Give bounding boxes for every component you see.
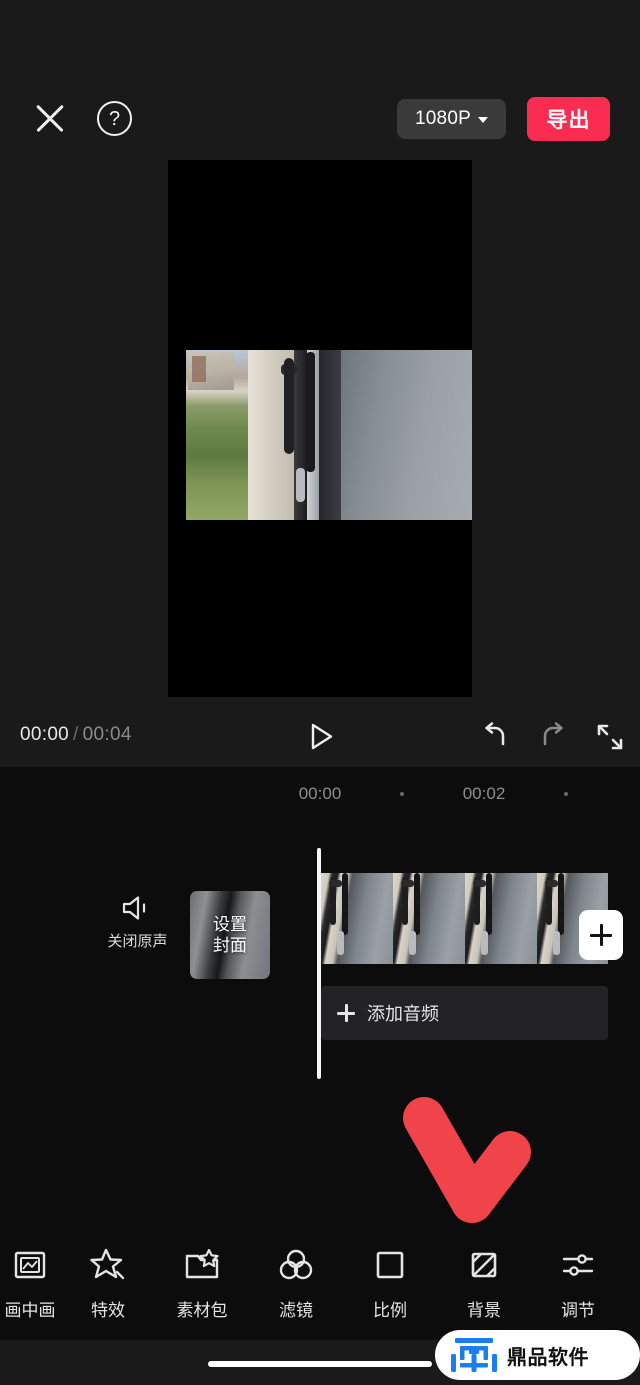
fullscreen-arrows bbox=[597, 724, 623, 750]
preview-area bbox=[0, 152, 640, 705]
set-cover-label: 设置 封面 bbox=[190, 891, 270, 979]
export-button-label: 导出 bbox=[546, 109, 591, 132]
add-audio-label: 添加音频 bbox=[367, 1004, 439, 1024]
toolbar-item-label: 比例 bbox=[373, 1301, 407, 1320]
toolbar-item-1[interactable]: 特效 bbox=[64, 1245, 152, 1321]
toolbar-item-5[interactable]: 背景 bbox=[440, 1245, 528, 1321]
plus-icon bbox=[337, 1004, 355, 1022]
fullscreen-icon[interactable] bbox=[592, 719, 628, 755]
clip-thumbnail[interactable] bbox=[393, 873, 465, 964]
play-icon[interactable] bbox=[305, 721, 337, 753]
clip-thumbnail[interactable] bbox=[321, 873, 393, 964]
adjust-sliders-icon bbox=[558, 1245, 598, 1285]
help-icon[interactable]: ? bbox=[97, 101, 132, 136]
add-clip-button[interactable] bbox=[579, 910, 623, 960]
chevron-down-icon bbox=[477, 117, 488, 123]
top-bar: ? 1080P 导出 bbox=[0, 0, 640, 152]
set-cover-button[interactable]: 设置 封面 bbox=[190, 891, 270, 979]
ruler-label: 00:00 bbox=[298, 784, 342, 803]
play-triangle bbox=[311, 723, 333, 750]
video-frame-image bbox=[186, 350, 472, 520]
current-time: 00:00 bbox=[20, 724, 70, 745]
toolbar-item-label: 背景 bbox=[467, 1301, 501, 1320]
video-clip-track[interactable] bbox=[321, 873, 608, 964]
timeline-ruler: 00:00 00:02 bbox=[0, 779, 640, 815]
set-cover-line1: 设置 bbox=[213, 914, 247, 934]
toolbar-item-4[interactable]: 比例 bbox=[346, 1245, 434, 1321]
total-time: 00:04 bbox=[82, 724, 132, 745]
frame-wall bbox=[341, 350, 472, 520]
video-editor-app: ? 1080P 导出 00:00 / 00:04 00:00 00:02 关闭原… bbox=[0, 0, 640, 1385]
speaker-glyph bbox=[122, 896, 145, 920]
redo-arrow bbox=[543, 722, 563, 746]
playback-bar: 00:00/00:04 bbox=[0, 705, 640, 767]
timeline-panel[interactable]: 00:00 00:02 关闭原声 添加音频 bbox=[0, 767, 640, 1237]
frame-building-detail bbox=[192, 356, 206, 382]
timeline-playhead[interactable] bbox=[317, 848, 321, 1079]
mute-original-audio-button[interactable]: 关闭原声 bbox=[95, 895, 180, 951]
add-audio-track[interactable]: 添加音频 bbox=[321, 986, 608, 1040]
mute-label: 关闭原声 bbox=[107, 933, 168, 950]
frame-door-handle-1 bbox=[284, 358, 294, 454]
ruler-label: 00:02 bbox=[462, 784, 506, 803]
export-button[interactable]: 导出 bbox=[527, 97, 610, 141]
sparkle-star-icon bbox=[88, 1245, 128, 1285]
toolbar-item-6[interactable]: 调节 bbox=[534, 1245, 622, 1321]
ruler-tick-dot bbox=[400, 792, 404, 796]
material-pack-icon bbox=[182, 1245, 222, 1285]
undo-arrow bbox=[485, 722, 505, 746]
toolbar-item-2[interactable]: 素材包 bbox=[158, 1245, 246, 1321]
video-canvas[interactable] bbox=[168, 160, 472, 697]
help-glyph: ? bbox=[108, 107, 121, 130]
frame-door-handle-2 bbox=[306, 352, 315, 472]
watermark-text: 鼎品软件 bbox=[507, 1346, 589, 1369]
export-quality-label: 1080P bbox=[415, 108, 471, 129]
toolbar-item-label: 画中画 bbox=[4, 1301, 56, 1320]
clip-thumbnail[interactable] bbox=[465, 873, 537, 964]
redo-icon[interactable] bbox=[535, 719, 571, 755]
home-indicator bbox=[208, 1361, 432, 1367]
toolbar-item-0[interactable]: 画中画 bbox=[0, 1245, 74, 1321]
aspect-ratio-square-icon bbox=[370, 1245, 410, 1285]
speaker-mute-icon bbox=[121, 895, 155, 921]
bottom-toolbar: 画中画 特效 素材包 滤镜 比例 背景 调节 bbox=[0, 1237, 640, 1340]
watermark-badge: 鼎品软件 bbox=[435, 1330, 640, 1380]
frame-door-latch bbox=[296, 468, 305, 502]
close-icon[interactable] bbox=[30, 98, 70, 138]
export-quality-selector[interactable]: 1080P bbox=[397, 99, 506, 139]
filter-circles-icon bbox=[276, 1245, 316, 1285]
time-display: 00:00/00:04 bbox=[20, 724, 132, 746]
toolbar-item-label: 特效 bbox=[91, 1301, 125, 1320]
set-cover-line2: 封面 bbox=[213, 936, 247, 955]
toolbar-item-3[interactable]: 滤镜 bbox=[252, 1245, 340, 1321]
undo-icon[interactable] bbox=[477, 719, 513, 755]
plus-icon-vertical bbox=[599, 924, 603, 946]
background-hatch-icon bbox=[464, 1245, 504, 1285]
toolbar-item-label: 滤镜 bbox=[279, 1301, 313, 1320]
toolbar-item-label: 素材包 bbox=[176, 1301, 228, 1320]
frame-door-shadow bbox=[319, 350, 341, 520]
toolbar-item-label: 调节 bbox=[561, 1301, 595, 1320]
dingpin-logo-icon bbox=[451, 1338, 497, 1372]
ruler-tick-dot bbox=[564, 792, 568, 796]
time-separator: / bbox=[73, 724, 79, 745]
picture-in-picture-icon bbox=[10, 1245, 50, 1285]
